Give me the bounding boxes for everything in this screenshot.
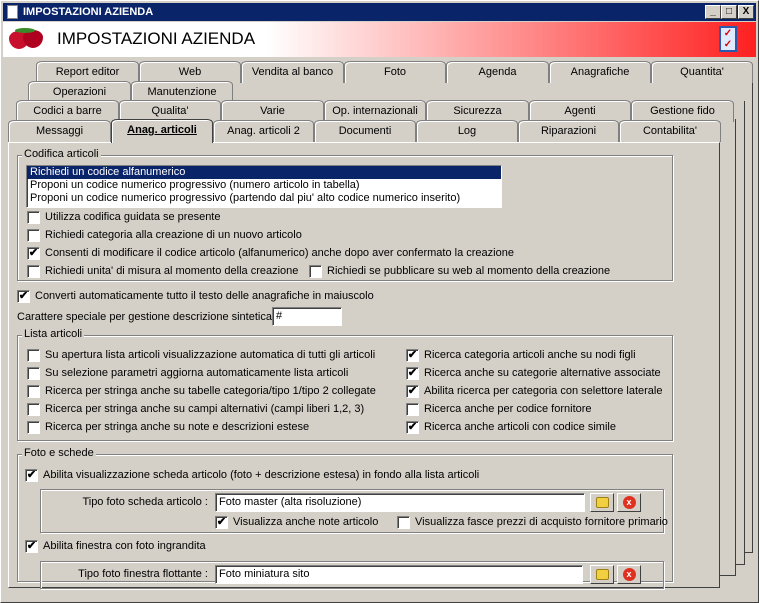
- tab-report-editor[interactable]: Report editor: [36, 61, 139, 83]
- tab-codici-a-barre[interactable]: Codici a barre: [16, 100, 119, 122]
- checkbox-lista-right-5[interactable]: ✔ Ricerca anche articoli con codice simil…: [406, 421, 616, 435]
- foto-schede-group: Foto e schede ✔ Abilita visualizzazione s…: [17, 447, 673, 589]
- checkbox-box[interactable]: [27, 367, 40, 380]
- checkbox-lista-left-1[interactable]: Su apertura lista articoli visualizzazio…: [27, 349, 375, 363]
- browse-scheda-button[interactable]: [590, 493, 614, 512]
- checkbox-box[interactable]: [27, 265, 40, 278]
- header-banner: IMPOSTAZIONI AZIENDA ✓ ✓: [3, 22, 756, 57]
- checkbox-lista-left-4[interactable]: Ricerca per stringa anche su campi alter…: [27, 403, 364, 417]
- codifica-listbox[interactable]: Richiedi un codice alfanumerico Proponi …: [26, 165, 502, 208]
- tab-gestione-fido[interactable]: Gestione fido: [631, 100, 734, 122]
- lista-articoli-group: Lista articoli Su apertura lista articol…: [17, 328, 673, 441]
- checkbox-box[interactable]: [27, 229, 40, 242]
- checkbox-box[interactable]: [397, 516, 410, 529]
- maximize-button[interactable]: □: [721, 5, 737, 19]
- checkbox-unita-misura[interactable]: Richiedi unita' di misura al momento del…: [27, 265, 298, 279]
- delete-icon: x: [622, 496, 636, 509]
- close-button[interactable]: X: [738, 5, 754, 19]
- tab-log[interactable]: Log: [416, 120, 518, 142]
- list-option[interactable]: Richiedi un codice alfanumerico: [27, 166, 501, 179]
- tab-foto[interactable]: Foto: [344, 61, 446, 83]
- checklist-icon: ✓ ✓: [719, 26, 737, 52]
- checkbox-pubblica-web[interactable]: Richiedi se pubblicare su web al momento…: [309, 265, 610, 279]
- tipo-finestra-input[interactable]: Foto miniatura sito: [215, 565, 583, 584]
- tab-panel-anag-articoli: Codifica articoli Richiedi un codice alf…: [8, 142, 720, 589]
- tipo-finestra-label: Tipo foto finestra flottante :: [78, 568, 208, 580]
- app-icon: [7, 5, 18, 19]
- tab-op-internazionali[interactable]: Op. internazionali: [324, 100, 426, 122]
- checkbox-box[interactable]: ✔: [406, 385, 419, 398]
- window-title: IMPOSTAZIONI AZIENDA: [23, 6, 154, 18]
- clear-scheda-button[interactable]: x: [617, 493, 641, 512]
- group-title: Lista articoli: [22, 328, 85, 340]
- folder-icon: [595, 569, 609, 580]
- tab-documenti[interactable]: Documenti: [314, 120, 416, 142]
- checkbox-lista-left-3[interactable]: Ricerca per stringa anche su tabelle cat…: [27, 385, 376, 399]
- delete-icon: x: [622, 568, 636, 581]
- tab-quantita[interactable]: Quantita': [651, 61, 753, 83]
- checkbox-box[interactable]: [27, 349, 40, 362]
- tab-messaggi[interactable]: Messaggi: [8, 120, 111, 142]
- tab-contabilita[interactable]: Contabilita': [619, 120, 721, 142]
- tab-anag-articoli-2[interactable]: Anag. articoli 2: [213, 120, 314, 142]
- checkbox-box[interactable]: ✔: [406, 421, 419, 434]
- clear-finestra-button[interactable]: x: [617, 565, 641, 584]
- strawberry-icon: [9, 28, 45, 50]
- group-title: Codifica articoli: [22, 148, 101, 160]
- checkbox-box[interactable]: ✔: [215, 516, 228, 529]
- checkbox-lista-right-3[interactable]: ✔ Abilita ricerca per categoria con selet…: [406, 385, 662, 399]
- window: IMPOSTAZIONI AZIENDA _ □ X IMPOSTAZIONI …: [0, 0, 759, 603]
- checkbox-box[interactable]: ✔: [406, 367, 419, 380]
- checkbox-richiedi-categoria[interactable]: Richiedi categoria alla creazione di un …: [27, 229, 302, 243]
- carattere-input[interactable]: #: [272, 307, 342, 326]
- checkbox-note-articolo[interactable]: ✔ Visualizza anche note articolo: [215, 516, 378, 530]
- tipo-scheda-input[interactable]: Foto master (alta risoluzione): [215, 493, 585, 512]
- checkbox-box[interactable]: ✔: [17, 290, 30, 303]
- minimize-button[interactable]: _: [705, 5, 721, 19]
- tab-varie[interactable]: Varie: [221, 100, 324, 122]
- checkbox-finestra-foto[interactable]: ✔ Abilita finestra con foto ingrandita: [25, 540, 206, 554]
- list-option[interactable]: Proponi un codice numerico progressivo (…: [27, 179, 501, 192]
- tab-anagrafiche[interactable]: Anagrafiche: [549, 61, 651, 83]
- header-title: IMPOSTAZIONI AZIENDA: [57, 29, 256, 48]
- checkbox-lista-left-5[interactable]: Ricerca per stringa anche su note e desc…: [27, 421, 309, 435]
- title-bar: IMPOSTAZIONI AZIENDA: [3, 3, 756, 21]
- checkbox-box[interactable]: ✔: [406, 349, 419, 362]
- tab-web[interactable]: Web: [139, 61, 241, 83]
- carattere-label: Carattere speciale per gestione descrizi…: [17, 311, 279, 323]
- checkbox-box[interactable]: ✔: [25, 540, 38, 553]
- checkbox-lista-right-2[interactable]: ✔ Ricerca anche su categorie alternative …: [406, 367, 661, 381]
- codifica-articoli-group: Codifica articoli Richiedi un codice alf…: [17, 148, 673, 281]
- scheda-subpanel: Tipo foto scheda articolo : Foto master …: [40, 489, 668, 533]
- folder-icon: [595, 497, 609, 508]
- checkbox-fasce-prezzi[interactable]: Visualizza fasce prezzi di acquisto forn…: [397, 516, 668, 530]
- checkbox-box[interactable]: [27, 211, 40, 224]
- checkbox-modifica-codice[interactable]: ✔ Consenti di modificare il codice artico…: [27, 247, 514, 261]
- tab-riparazioni[interactable]: Riparazioni: [518, 120, 619, 142]
- checkbox-scheda-articolo[interactable]: ✔ Abilita visualizzazione scheda articolo…: [25, 469, 479, 483]
- tab-anag-articoli[interactable]: Anag. articoli: [111, 119, 213, 143]
- checkbox-box[interactable]: [27, 403, 40, 416]
- checkbox-box[interactable]: [406, 403, 419, 416]
- group-title: Foto e schede: [22, 447, 96, 459]
- checkbox-box[interactable]: [27, 421, 40, 434]
- checkbox-lista-right-1[interactable]: ✔ Ricerca categoria articoli anche su nod…: [406, 349, 636, 363]
- checkbox-lista-left-2[interactable]: Su selezione parametri aggiorna automati…: [27, 367, 348, 381]
- tab-agenda[interactable]: Agenda: [446, 61, 549, 83]
- browse-finestra-button[interactable]: [590, 565, 614, 584]
- checkbox-box[interactable]: [27, 385, 40, 398]
- checkbox-codifica-guidata[interactable]: Utilizza codifica guidata se presente: [27, 211, 220, 225]
- tab-agenti[interactable]: Agenti: [529, 100, 631, 122]
- list-option[interactable]: Proponi un codice numerico progressivo (…: [27, 192, 501, 205]
- tipo-scheda-label: Tipo foto scheda articolo :: [82, 496, 208, 508]
- checkbox-box[interactable]: ✔: [27, 247, 40, 260]
- checkbox-maiuscolo[interactable]: ✔ Converti automaticamente tutto il testo…: [17, 290, 374, 304]
- tab-vendita-al-banco[interactable]: Vendita al banco: [241, 61, 344, 83]
- checkbox-lista-right-4[interactable]: Ricerca anche per codice fornitore: [406, 403, 592, 417]
- tab-sicurezza[interactable]: Sicurezza: [426, 100, 529, 122]
- checkbox-box[interactable]: [309, 265, 322, 278]
- checkbox-box[interactable]: ✔: [25, 469, 38, 482]
- finestra-subpanel: Tipo foto finestra flottante : Foto mini…: [40, 561, 664, 589]
